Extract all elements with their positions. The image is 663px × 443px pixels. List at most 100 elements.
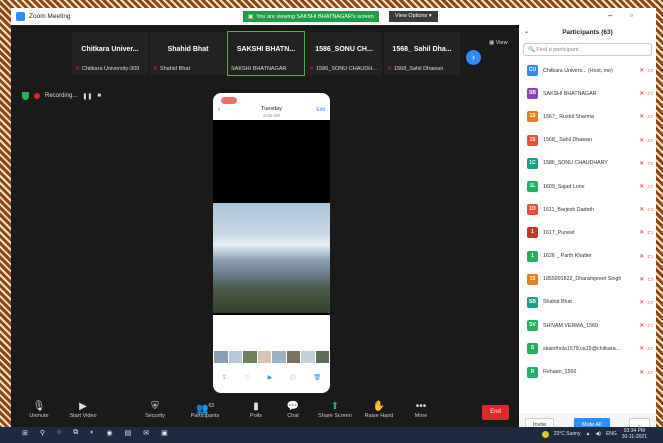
next-page-button[interactable]: › — [466, 50, 481, 65]
participant-name: Chitkara Univers... (Host, me) — [543, 67, 613, 74]
participant-row[interactable]: 1 1626 _ Parth Khatter ✕ ▭ — [519, 245, 656, 268]
language-indicator[interactable]: ENG — [606, 431, 617, 437]
more-button[interactable]: ••• More — [401, 400, 441, 419]
photo-thumbnail-strip[interactable] — [213, 349, 330, 365]
mic-muted-icon[interactable]: ✕ — [639, 253, 644, 260]
search-icon[interactable]: ⚲ — [40, 429, 45, 437]
pause-icon[interactable]: ❚❚ — [82, 93, 92, 100]
mic-muted-icon[interactable]: ✕ — [639, 206, 644, 213]
minimize-icon[interactable]: – — [608, 11, 612, 20]
mic-muted-icon[interactable]: ✕ — [639, 345, 644, 352]
thumbnail-name: 1568_ Sahil Dha... — [392, 46, 452, 53]
participant-status-icons: ✕ ▭ — [639, 229, 653, 236]
participant-name: SHIVAM VERMA_1560 — [543, 322, 598, 329]
collapse-chevron-icon[interactable]: ⌄ — [524, 25, 529, 40]
shield-icon — [22, 92, 29, 100]
heart-icon[interactable]: ♡ — [245, 374, 250, 381]
participant-search-input[interactable]: 🔍 Find a participant — [523, 43, 652, 56]
edit-link[interactable]: Edit — [316, 107, 325, 113]
mic-muted-icon[interactable]: ✕ — [639, 160, 644, 167]
participant-status-icons: ✕ ▭ — [639, 183, 653, 190]
mic-muted-icon[interactable]: ✕ — [639, 276, 644, 283]
system-tray: 23°C Sunny ▲ ◀) ENG 03:34 PM 30-11-2021 — [541, 428, 647, 440]
clock[interactable]: 03:34 PM 30-11-2021 — [622, 428, 647, 440]
participant-status-icons: ✕ ▭ — [639, 369, 653, 376]
recording-label: Recording... — [45, 93, 78, 99]
participants-button[interactable]: 👥63 Participants — [185, 400, 225, 419]
video-thumbnail[interactable]: 1568_ Sahil Dha... ✕ 1568_Sahil Dhawan — [383, 31, 461, 76]
mic-muted-icon[interactable]: ✕ — [639, 67, 644, 74]
share-icon[interactable]: ⇪ — [222, 374, 227, 381]
mic-muted-icon[interactable]: ✕ — [639, 322, 644, 329]
trash-icon[interactable]: 🗑 — [314, 374, 322, 381]
chrome-icon[interactable]: ◉ — [106, 429, 112, 437]
video-thumbnail-active[interactable]: SAKSHI BHATN... SAKSHI BHATNAGAR — [227, 31, 305, 76]
mic-muted-icon[interactable]: ✕ — [639, 113, 644, 120]
mic-muted-icon[interactable]: ✕ — [639, 90, 644, 97]
security-button[interactable]: ⛨ Security — [135, 400, 175, 419]
participant-row[interactable]: 1S 1568_ Sahil Dhawan ✕ ▭ — [519, 129, 656, 152]
start-video-button[interactable]: ▶ Start Video — [63, 400, 103, 419]
end-meeting-button[interactable]: End — [482, 405, 509, 420]
maximize-icon[interactable]: ▫ — [630, 11, 633, 20]
share-screen-button[interactable]: ⬆ Share Screen — [315, 400, 355, 419]
thumbnail-name: Shahid Bhat — [167, 46, 209, 53]
stop-icon[interactable]: ■ — [97, 93, 101, 99]
cortana-icon[interactable]: ○ — [57, 429, 61, 437]
participant-row[interactable]: 1L 1609_Sajad Lone ✕ ▭ — [519, 175, 656, 198]
task-view-icon[interactable]: ⧉ — [73, 429, 78, 437]
mic-muted-icon[interactable]: ✕ — [639, 229, 644, 236]
participant-row[interactable]: 1C 1586_SONU CHAUDHARY ✕ ▭ — [519, 152, 656, 175]
participant-status-icons: ✕ ▭ — [639, 113, 653, 120]
avatar: 1S — [527, 134, 538, 146]
windows-start-icon[interactable]: ⊞ — [22, 429, 28, 437]
security-label: Security — [145, 413, 165, 419]
mic-muted-icon[interactable]: ✕ — [639, 183, 644, 190]
chat-button[interactable]: 💬 Chat — [273, 400, 313, 419]
participant-row[interactable]: SB Shahid Bhat ✕ ▭ — [519, 291, 656, 314]
video-off-icon: ▭ — [647, 68, 653, 75]
polls-button[interactable]: ▮ Polls — [236, 400, 276, 419]
participant-row[interactable]: 1S 1855991822_Dharampreet Singh ✕ ▭ — [519, 268, 656, 291]
title-bar: Zoom Meeting ▣ You are viewing SAKSHI BH… — [11, 8, 656, 25]
participant-row[interactable]: 1 1617_Puneet ✕ ▭ — [519, 221, 656, 244]
participant-row[interactable]: R Rehaan_1566 ✕ ▭ — [519, 360, 656, 383]
volume-icon[interactable]: ◀) — [595, 431, 601, 437]
mail-icon[interactable]: ✉ — [143, 429, 149, 437]
view-button[interactable]: ▦ View — [489, 40, 508, 46]
participant-row[interactable]: SB SAKSHI BHATNAGAR ✕ ▭ — [519, 82, 656, 105]
participant-name: 1567_ Rushil Sharma — [543, 113, 594, 120]
view-options-button[interactable]: View Options ▾ — [389, 11, 438, 22]
mic-muted-icon[interactable]: ✕ — [639, 137, 644, 144]
video-thumbnail[interactable]: Chitkara Univer... ✕ Chitkara University-… — [71, 31, 149, 76]
video-thumbnail[interactable]: Shahid Bhat ✕ Shahid Bhat — [149, 31, 227, 76]
video-off-icon: ▭ — [647, 114, 653, 121]
clock-date: 30-11-2021 — [621, 434, 647, 440]
play-icon[interactable]: ▶ — [268, 374, 273, 381]
unmute-button[interactable]: 🎙 Unmute — [19, 400, 59, 419]
zoom-icon — [16, 12, 25, 21]
polls-icon: ▮ — [253, 401, 259, 412]
edge-icon[interactable]: ◐ — [90, 429, 94, 437]
store-icon[interactable]: ▤ — [125, 429, 132, 437]
participant-row[interactable]: 1D 1611_Barjesh Dadeth ✕ ▭ — [519, 198, 656, 221]
start-video-label: Start Video — [69, 413, 97, 419]
participant-row[interactable]: SV SHIVAM VERMA_1560 ✕ ▭ — [519, 314, 656, 337]
zoom-taskbar-icon[interactable]: ▣ — [161, 429, 168, 437]
mic-muted-icon[interactable]: ✕ — [639, 369, 644, 376]
chat-label: Chat — [287, 413, 299, 419]
taskbar-apps: ⊞ ⚲ ○ ⧉ ◐ ◉ ▤ ✉ ▣ — [22, 429, 168, 437]
mic-muted-icon[interactable]: ✕ — [639, 299, 644, 306]
video-off-icon: ▭ — [647, 276, 653, 283]
search-placeholder: Find a participant — [536, 47, 579, 53]
video-thumbnail[interactable]: 1586_SONU CH... ✕ 1586_SONU CHAUDH... — [305, 31, 383, 76]
video-off-icon: ▭ — [647, 299, 653, 306]
network-icon[interactable]: ▲ — [585, 431, 590, 437]
participant-row[interactable]: 1S 1567_ Rushil Sharma ✕ ▭ — [519, 105, 656, 128]
participant-row[interactable]: Sskainthola1579.ca19@chitkara... ✕ ▭ — [519, 337, 656, 360]
raise-hand-button[interactable]: ✋ Raise Hand — [359, 400, 399, 419]
info-icon[interactable]: ⓘ — [290, 373, 296, 382]
participant-row[interactable]: CU Chitkara Univers... (Host, me) ✕ ▭ — [519, 59, 656, 82]
participant-status-icons: ✕ ▭ — [639, 206, 653, 213]
share-banner-text: You are viewing SAKSHI BHATNAGAR's scree… — [256, 13, 374, 20]
